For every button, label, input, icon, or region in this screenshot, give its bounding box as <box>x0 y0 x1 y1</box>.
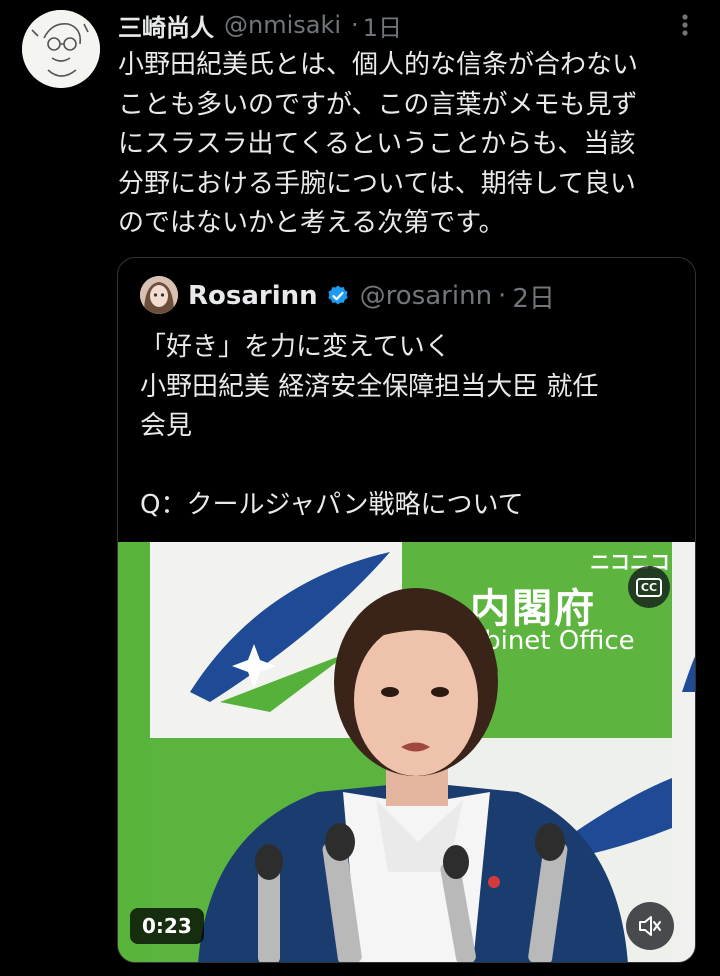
tweet-time[interactable]: 1日 <box>363 8 402 43</box>
cc-icon[interactable]: CC <box>628 566 670 608</box>
mute-icon[interactable] <box>626 902 674 950</box>
tweet-text: 小野田紀美氏とは、個人的な信条が合わない ことも多いのですが、この言葉がメモも見… <box>118 50 639 238</box>
author-name[interactable]: 三崎尚人 <box>118 8 214 43</box>
tweet-header: 三崎尚人 @nmisaki · 1日 <box>118 8 402 42</box>
quote-header: Rosarinn @rosarinn · 2日 <box>188 278 555 314</box>
video-duration: 0:23 <box>130 908 204 944</box>
quote-header-separator: · <box>498 281 507 311</box>
video-player[interactable]: 内閣府 Cabinet Office ニコニコ CC 0:23 <box>118 542 695 962</box>
quote-time[interactable]: 2日 <box>512 278 555 315</box>
more-icon[interactable] <box>672 12 698 38</box>
speaker-figure <box>198 588 628 962</box>
author-avatar[interactable] <box>22 10 100 88</box>
quote-author-handle[interactable]: @rosarinn <box>360 281 492 311</box>
quote-author-name[interactable]: Rosarinn <box>188 281 318 311</box>
author-handle[interactable]: @nmisaki <box>224 11 341 39</box>
verified-badge-icon <box>326 284 350 308</box>
quoted-tweet[interactable]: Rosarinn @rosarinn · 2日 「好き」を力に変えていく 小野田… <box>117 257 696 963</box>
quote-author-avatar[interactable] <box>140 276 178 314</box>
header-separator: · <box>351 11 359 39</box>
cc-label: CC <box>635 577 663 597</box>
quote-text: 「好き」を力に変えていく 小野田紀美 経済安全保障担当大臣 就任 会見 Q：クー… <box>140 332 599 520</box>
